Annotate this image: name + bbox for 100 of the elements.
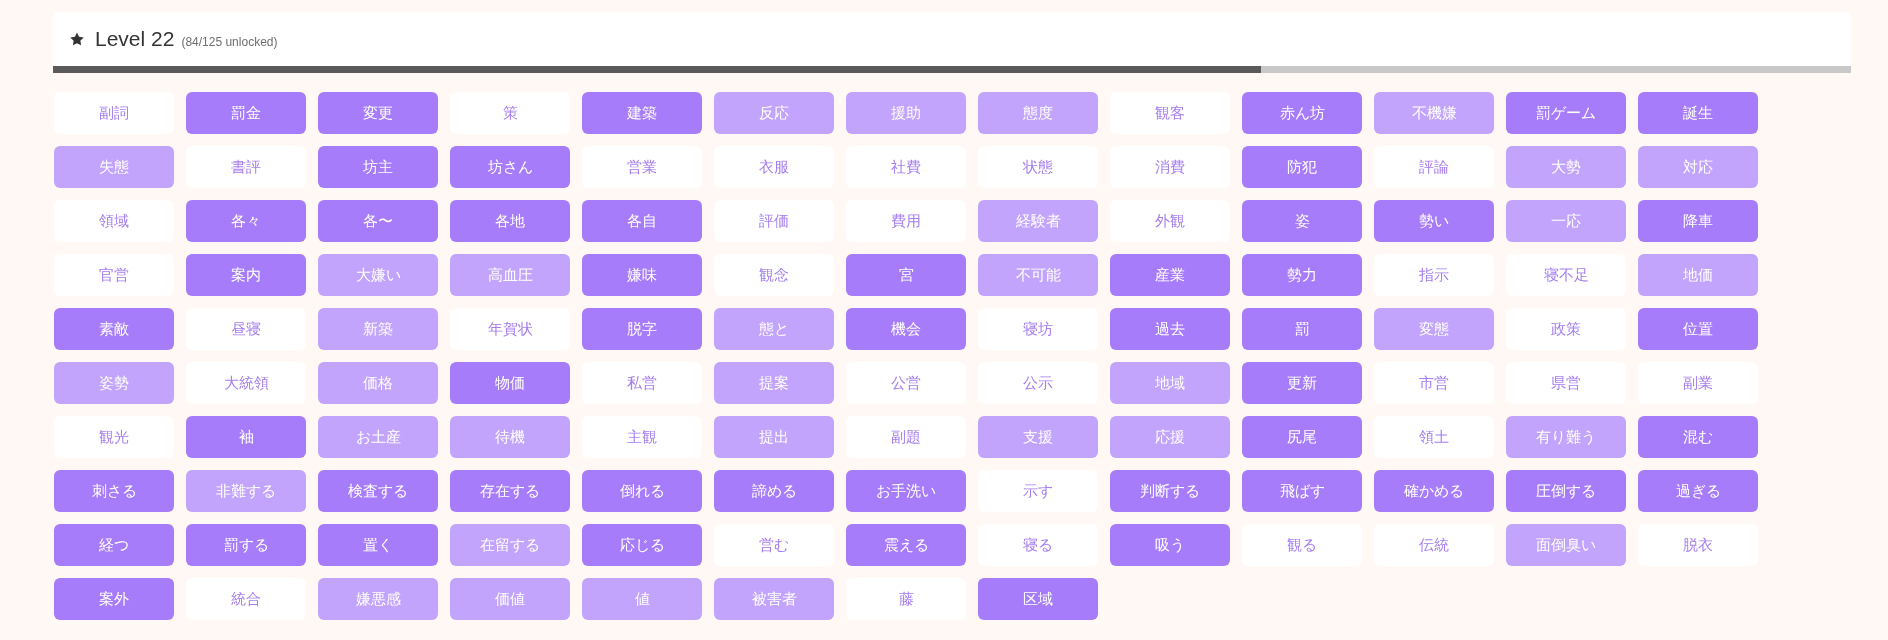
word-tile[interactable]: 各自	[582, 200, 702, 242]
word-tile[interactable]: 大統領	[186, 362, 306, 404]
word-tile[interactable]: 提出	[714, 416, 834, 458]
word-tile[interactable]: 状態	[978, 146, 1098, 188]
word-tile[interactable]: 応援	[1110, 416, 1230, 458]
word-tile[interactable]: 領土	[1374, 416, 1494, 458]
word-tile[interactable]: 書評	[186, 146, 306, 188]
word-tile[interactable]: 私営	[582, 362, 702, 404]
word-tile[interactable]: 姿	[1242, 200, 1362, 242]
word-tile[interactable]: 尻尾	[1242, 416, 1362, 458]
word-tile[interactable]: 外観	[1110, 200, 1230, 242]
word-tile[interactable]: 勢い	[1374, 200, 1494, 242]
word-tile[interactable]: 諦める	[714, 470, 834, 512]
word-tile[interactable]: 震える	[846, 524, 966, 566]
word-tile[interactable]: 不機嫌	[1374, 92, 1494, 134]
word-tile[interactable]: 新築	[318, 308, 438, 350]
word-tile[interactable]: 面倒臭い	[1506, 524, 1626, 566]
word-tile[interactable]: 姿勢	[54, 362, 174, 404]
word-tile[interactable]: 大嫌い	[318, 254, 438, 296]
word-tile[interactable]: 飛ばす	[1242, 470, 1362, 512]
word-tile[interactable]: 案外	[54, 578, 174, 620]
word-tile[interactable]: 罰する	[186, 524, 306, 566]
word-tile[interactable]: 寝不足	[1506, 254, 1626, 296]
word-tile[interactable]: 反応	[714, 92, 834, 134]
word-tile[interactable]: お土産	[318, 416, 438, 458]
word-tile[interactable]: 統合	[186, 578, 306, 620]
word-tile[interactable]: 更新	[1242, 362, 1362, 404]
word-tile[interactable]: 物価	[450, 362, 570, 404]
word-tile[interactable]: 営業	[582, 146, 702, 188]
word-tile[interactable]: 公示	[978, 362, 1098, 404]
word-tile[interactable]: 罰ゲーム	[1506, 92, 1626, 134]
word-tile[interactable]: 赤ん坊	[1242, 92, 1362, 134]
word-tile[interactable]: 確かめる	[1374, 470, 1494, 512]
word-tile[interactable]: 刺さる	[54, 470, 174, 512]
word-tile[interactable]: 判断する	[1110, 470, 1230, 512]
word-tile[interactable]: 各々	[186, 200, 306, 242]
word-tile[interactable]: 態と	[714, 308, 834, 350]
word-tile[interactable]: 応じる	[582, 524, 702, 566]
word-tile[interactable]: 圧倒する	[1506, 470, 1626, 512]
word-tile[interactable]: 嫌味	[582, 254, 702, 296]
word-tile[interactable]: 支援	[978, 416, 1098, 458]
word-tile[interactable]: 一応	[1506, 200, 1626, 242]
word-tile[interactable]: 建築	[582, 92, 702, 134]
word-tile[interactable]: 寝る	[978, 524, 1098, 566]
word-tile[interactable]: 伝統	[1374, 524, 1494, 566]
word-tile[interactable]: 経つ	[54, 524, 174, 566]
word-tile[interactable]: 各地	[450, 200, 570, 242]
word-tile[interactable]: 観光	[54, 416, 174, 458]
word-tile[interactable]: 位置	[1638, 308, 1758, 350]
word-tile[interactable]: 検査する	[318, 470, 438, 512]
word-tile[interactable]: 援助	[846, 92, 966, 134]
word-tile[interactable]: 産業	[1110, 254, 1230, 296]
word-tile[interactable]: 地価	[1638, 254, 1758, 296]
word-tile[interactable]: 宮	[846, 254, 966, 296]
word-tile[interactable]: 対応	[1638, 146, 1758, 188]
word-tile[interactable]: 指示	[1374, 254, 1494, 296]
word-tile[interactable]: 寝坊	[978, 308, 1098, 350]
word-tile[interactable]: 在留する	[450, 524, 570, 566]
word-tile[interactable]: 降車	[1638, 200, 1758, 242]
word-tile[interactable]: 価値	[450, 578, 570, 620]
word-tile[interactable]: 勢力	[1242, 254, 1362, 296]
word-tile[interactable]: 副詞	[54, 92, 174, 134]
word-tile[interactable]: 領域	[54, 200, 174, 242]
word-tile[interactable]: 観客	[1110, 92, 1230, 134]
word-tile[interactable]: 案内	[186, 254, 306, 296]
word-tile[interactable]: 官営	[54, 254, 174, 296]
word-tile[interactable]: 昼寝	[186, 308, 306, 350]
word-tile[interactable]: お手洗い	[846, 470, 966, 512]
word-tile[interactable]: 置く	[318, 524, 438, 566]
word-tile[interactable]: 消費	[1110, 146, 1230, 188]
word-tile[interactable]: 変更	[318, 92, 438, 134]
word-tile[interactable]: 評価	[714, 200, 834, 242]
word-tile[interactable]: 年賀状	[450, 308, 570, 350]
word-tile[interactable]: 大勢	[1506, 146, 1626, 188]
word-tile[interactable]: 社費	[846, 146, 966, 188]
word-tile[interactable]: 坊さん	[450, 146, 570, 188]
word-tile[interactable]: 副題	[846, 416, 966, 458]
word-tile[interactable]: 高血圧	[450, 254, 570, 296]
word-tile[interactable]: 評論	[1374, 146, 1494, 188]
word-tile[interactable]: 営む	[714, 524, 834, 566]
word-tile[interactable]: 失態	[54, 146, 174, 188]
word-tile[interactable]: 吸う	[1110, 524, 1230, 566]
word-tile[interactable]: 変態	[1374, 308, 1494, 350]
word-tile[interactable]: 提案	[714, 362, 834, 404]
word-tile[interactable]: 機会	[846, 308, 966, 350]
word-tile[interactable]: 過ぎる	[1638, 470, 1758, 512]
word-tile[interactable]: 藤	[846, 578, 966, 620]
word-tile[interactable]: 公営	[846, 362, 966, 404]
word-tile[interactable]: 非難する	[186, 470, 306, 512]
word-tile[interactable]: 経験者	[978, 200, 1098, 242]
word-tile[interactable]: 示す	[978, 470, 1098, 512]
word-tile[interactable]: 袖	[186, 416, 306, 458]
word-tile[interactable]: 値	[582, 578, 702, 620]
word-tile[interactable]: 衣服	[714, 146, 834, 188]
word-tile[interactable]: 政策	[1506, 308, 1626, 350]
word-tile[interactable]: 混む	[1638, 416, 1758, 458]
word-tile[interactable]: 価格	[318, 362, 438, 404]
word-tile[interactable]: 主観	[582, 416, 702, 458]
word-tile[interactable]: 各〜	[318, 200, 438, 242]
word-tile[interactable]: 脱衣	[1638, 524, 1758, 566]
